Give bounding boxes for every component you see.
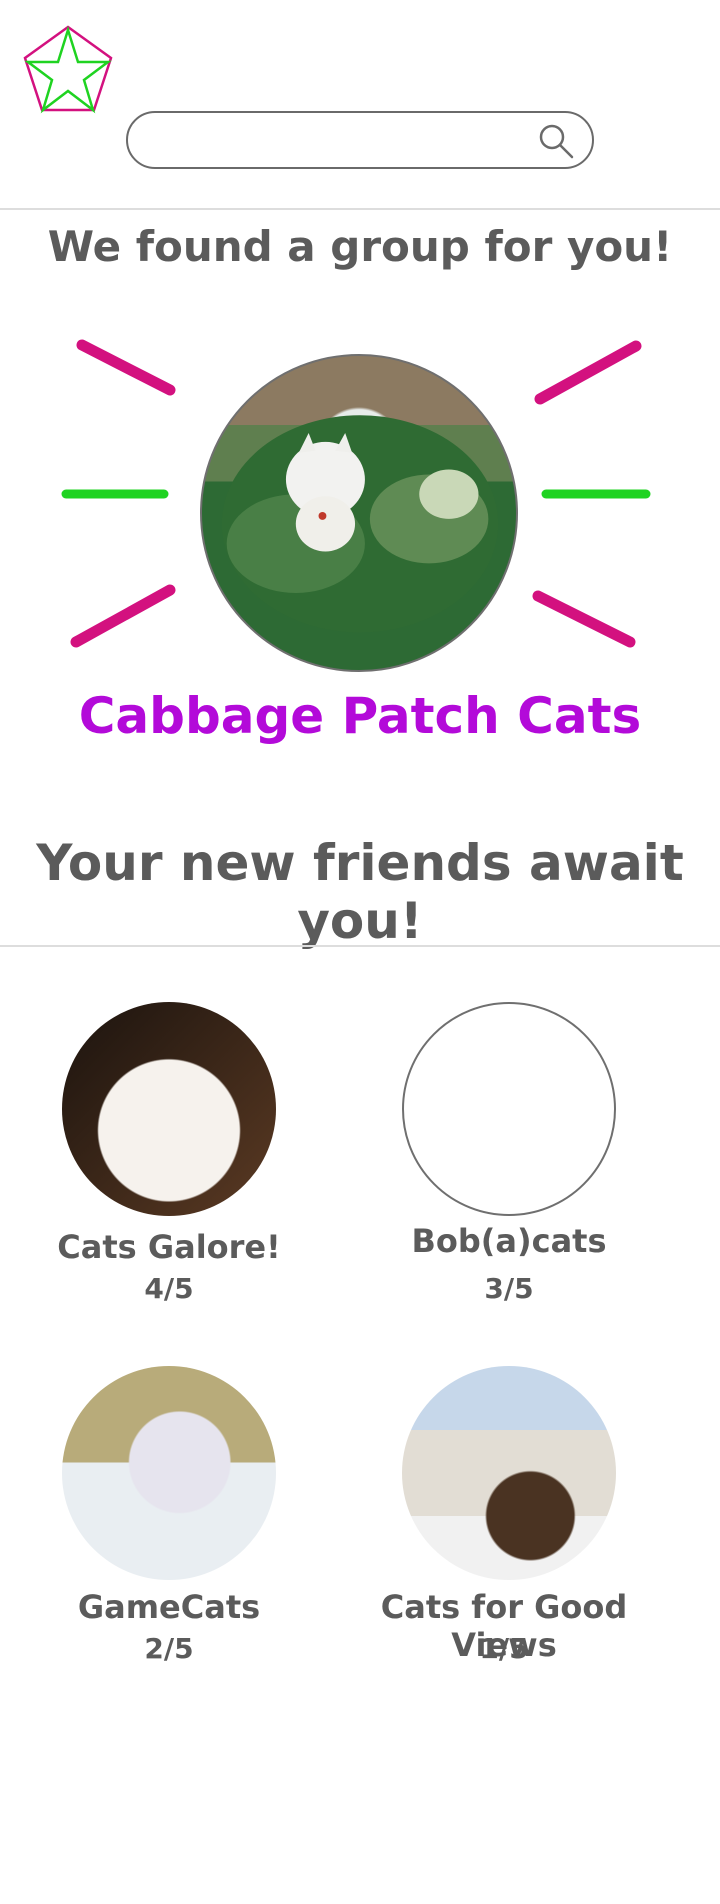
group-card-count: 3/5 [484,1272,534,1305]
section-divider [0,945,720,947]
group-card-name: Bob(a)cats [411,1222,607,1260]
group-card-bobacats[interactable]: Bob(a)cats 3/5 [340,1002,640,1322]
white-cat-photo[interactable] [62,1002,276,1216]
group-card-count: 2/5 [144,1632,194,1665]
search-bar[interactable] [126,111,594,169]
group-card-count: 1/5 [479,1632,529,1665]
group-card-cats-for-good-views[interactable]: Cats for Good Views 1/5 [340,1366,640,1686]
kitten-with-controller-photo[interactable] [62,1366,276,1580]
header-divider [0,208,720,210]
friends-headline: Your new friends await you! [36,834,684,950]
group-name: Cabbage Patch Cats [78,687,642,745]
cabbage-cat-image [221,415,499,633]
group-card-name: GameCats [77,1588,261,1626]
group-card-count: 4/5 [144,1272,194,1305]
cat-overlooking-town-photo[interactable] [402,1366,616,1580]
group-card-cats-galore[interactable]: Cats Galore! 4/5 [0,1002,300,1322]
group-photo[interactable] [200,354,518,672]
group-avatar-placeholder[interactable] [402,1002,616,1216]
group-card-name: Cats Galore! [57,1228,281,1266]
search-icon[interactable] [536,121,576,161]
group-card-gamecats[interactable]: GameCats 2/5 [0,1366,300,1686]
logo-icon[interactable] [22,24,114,116]
match-headline: We found a group for you! [47,222,673,271]
search-input[interactable] [150,123,534,159]
